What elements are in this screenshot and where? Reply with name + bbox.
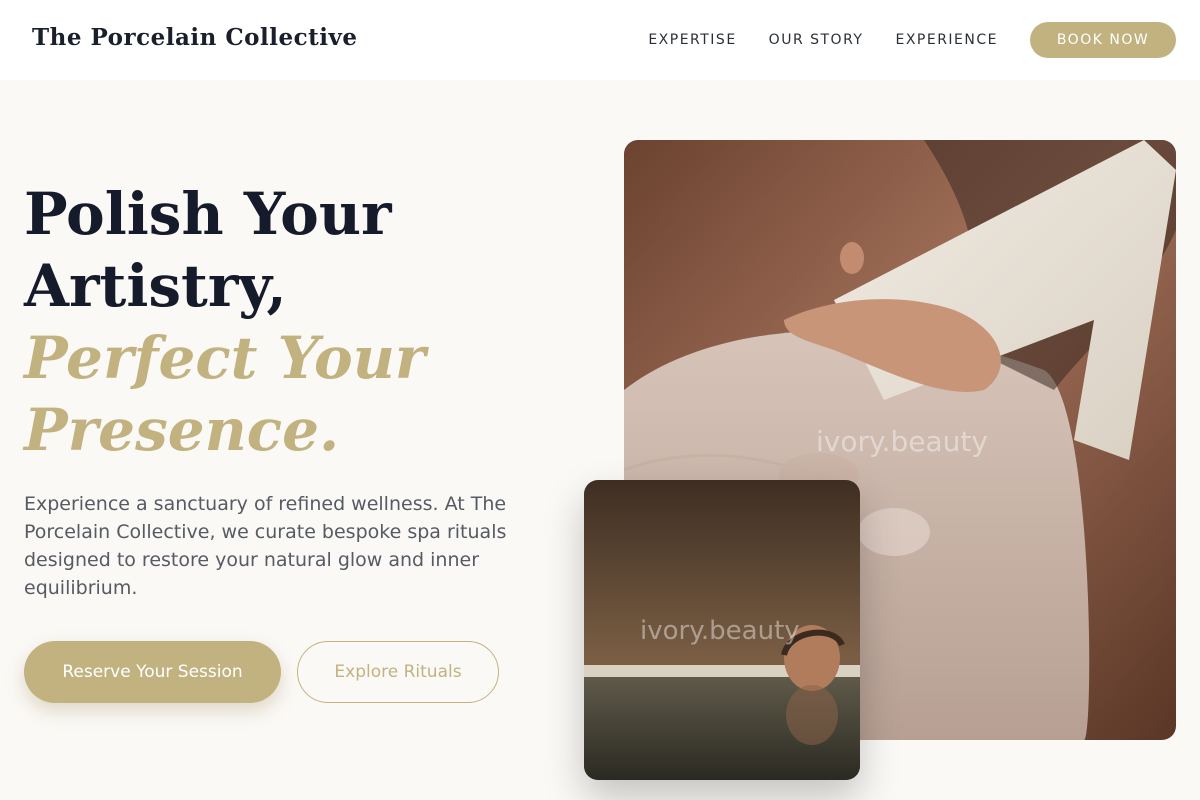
hero-description: Experience a sanctuary of refined wellne… (24, 493, 507, 599)
hero-title-line-2: Artistry, (24, 252, 287, 320)
book-now-button[interactable]: BOOK NOW (1030, 22, 1176, 58)
hero-title-accent-line-2: Presence. (24, 396, 340, 464)
main-image-watermark: ivory.beauty (816, 425, 988, 458)
hero-title-line-1: Polish Your (24, 180, 392, 248)
explore-rituals-button[interactable]: Explore Rituals (297, 641, 499, 703)
brand-logo[interactable]: The Porcelain Collective (32, 24, 357, 51)
hero-title-accent-line-1: Perfect Your (24, 324, 426, 392)
reserve-session-button[interactable]: Reserve Your Session (24, 641, 281, 703)
main-nav: EXPERTISE OUR STORY EXPERIENCE BOOK NOW (648, 22, 1176, 58)
site-header: The Porcelain Collective EXPERTISE OUR S… (0, 0, 1200, 80)
nav-link-our-story[interactable]: OUR STORY (769, 32, 864, 48)
nav-link-experience[interactable]: EXPERIENCE (895, 32, 998, 48)
hero-title: Polish Your Artistry, Perfect Your Prese… (24, 178, 425, 466)
small-image-watermark: ivory.beauty (640, 616, 800, 646)
hero-image-pool: ivory.beauty (584, 480, 860, 780)
nav-link-expertise[interactable]: EXPERTISE (648, 32, 736, 48)
